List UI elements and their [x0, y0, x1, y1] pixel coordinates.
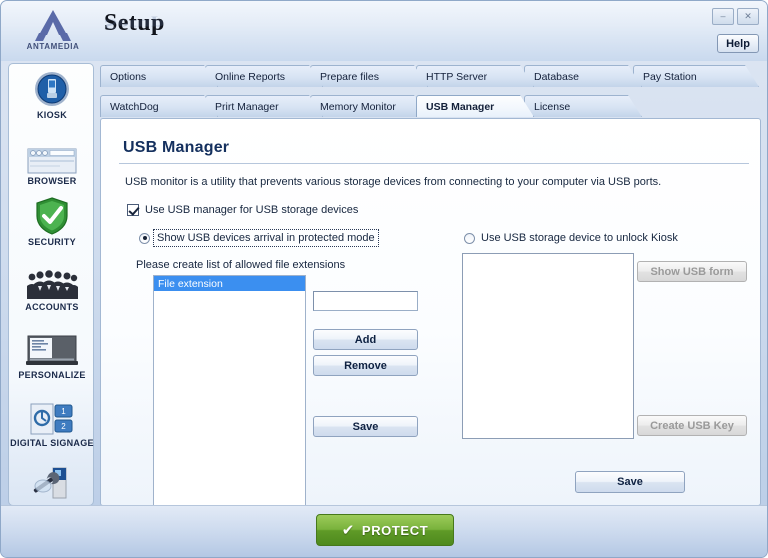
- check-icon: ✔: [341, 521, 355, 539]
- sidebar-item-personalize[interactable]: PERSONALIZE: [9, 330, 95, 380]
- sidebar-item-browser[interactable]: BROWSER: [9, 136, 95, 186]
- sidebar-label-security: SECURITY: [28, 237, 76, 247]
- tab-label: Online Reports: [215, 70, 286, 83]
- bottom-bar: ✔ PROTECT: [1, 505, 767, 557]
- radio-icon: [139, 232, 150, 244]
- tab-label: Prirt Manager: [215, 100, 279, 113]
- close-icon[interactable]: ✕: [737, 8, 759, 25]
- title-bar: ANTAMEDIA Setup Setup – ✕ Help: [1, 1, 767, 61]
- tab-label: Memory Monitor: [320, 100, 396, 113]
- minimize-icon[interactable]: –: [712, 8, 734, 25]
- tab-print-manager[interactable]: Prirt Manager: [205, 95, 323, 117]
- sidebar-item-security[interactable]: SECURITY: [9, 197, 95, 247]
- tab-label: Pay Station: [643, 70, 697, 83]
- checkbox-icon: [127, 204, 139, 216]
- tab-label: Options: [110, 70, 147, 83]
- usb-device-listbox[interactable]: [462, 253, 634, 439]
- sidebar-label-browser: BROWSER: [27, 176, 77, 186]
- page-description: USB monitor is a utility that prevents v…: [125, 176, 662, 188]
- content-panel: USB Manager USB monitor is a utility tha…: [100, 118, 761, 557]
- protect-button[interactable]: ✔ PROTECT: [316, 514, 454, 546]
- shield-check-icon: [9, 197, 95, 235]
- use-usb-manager-checkbox[interactable]: Use USB manager for USB storage devices: [127, 204, 358, 216]
- remove-button-label: Remove: [344, 359, 387, 372]
- sidebar: KIOSK BROWSER SECURITY ACCOUNTS PERSONAL…: [8, 63, 95, 514]
- tab-label: HTTP Server: [426, 70, 488, 83]
- tab-prepare-files[interactable]: Prepare files: [310, 65, 428, 87]
- tab-usb-manager[interactable]: USB Manager: [416, 95, 534, 117]
- tab-license[interactable]: License: [524, 95, 642, 117]
- use-usb-manager-label: Use USB manager for USB storage devices: [145, 204, 359, 216]
- kiosk-icon: [9, 70, 95, 108]
- page-title: USB Manager: [123, 139, 230, 156]
- sidebar-label-kiosk: KIOSK: [36, 110, 67, 120]
- window-controls: – ✕: [712, 8, 759, 25]
- radio-show-usb-devices[interactable]: Show USB devices arrival in protected mo…: [139, 229, 379, 247]
- save-extensions-button[interactable]: Save: [313, 416, 418, 437]
- signage-icon: 1 2: [9, 398, 95, 436]
- help-button[interactable]: Help: [717, 34, 759, 53]
- radio-show-usb-devices-label: Show USB devices arrival in protected mo…: [153, 229, 379, 247]
- radio-use-usb-unlock-label: Use USB storage device to unlock Kiosk: [481, 232, 678, 244]
- page-title-divider: [119, 163, 749, 164]
- tab-label: Database: [534, 70, 579, 83]
- sidebar-item-accounts[interactable]: ACCOUNTS: [9, 262, 95, 312]
- tab-memory-monitor[interactable]: Memory Monitor: [310, 95, 428, 117]
- tab-http-server[interactable]: HTTP Server: [416, 65, 534, 87]
- monitor-icon: [9, 330, 95, 368]
- save-extensions-button-label: Save: [352, 420, 379, 433]
- sidebar-label-personalize: PERSONALIZE: [18, 370, 86, 380]
- tab-label: USB Manager: [426, 100, 495, 113]
- radio-icon: [464, 232, 475, 244]
- listbox-column-header[interactable]: File extension: [154, 276, 305, 291]
- sidebar-label-digital-signage: DIGITAL SIGNAGE: [10, 438, 94, 448]
- svg-text:2: 2: [61, 422, 66, 431]
- show-usb-form-button[interactable]: Show USB form: [637, 261, 747, 282]
- sidebar-label-accounts: ACCOUNTS: [25, 302, 79, 312]
- people-icon: [9, 262, 95, 300]
- show-usb-form-button-label: Show USB form: [650, 265, 734, 278]
- tab-row-primary: Options Online Reports Prepare files HTT…: [100, 65, 761, 87]
- create-usb-key-button[interactable]: Create USB Key: [637, 415, 747, 436]
- add-button[interactable]: Add: [313, 329, 418, 350]
- extension-list-caption: Please create list of allowed file exten…: [136, 259, 346, 271]
- tab-label: Prepare files: [320, 70, 379, 83]
- save-button-label: Save: [617, 476, 643, 488]
- tab-database[interactable]: Database: [524, 65, 642, 87]
- extension-input[interactable]: [313, 291, 418, 311]
- tab-pay-station[interactable]: Pay Station: [633, 65, 759, 87]
- antamedia-logo: ANTAMEDIA: [17, 7, 89, 55]
- save-button[interactable]: Save: [575, 471, 685, 493]
- tab-options[interactable]: Options: [100, 65, 218, 87]
- radio-use-usb-unlock[interactable]: Use USB storage device to unlock Kiosk: [464, 232, 678, 244]
- tab-label: License: [534, 100, 571, 113]
- logo-wordmark: ANTAMEDIA: [26, 42, 80, 51]
- application-window: ANTAMEDIA Setup Setup – ✕ Help KIOSK BRO…: [0, 0, 768, 558]
- logo-a-mark: [35, 10, 71, 41]
- tab-row-secondary: WatchDog Prirt Manager Memory Monitor US…: [100, 95, 761, 117]
- tab-watchdog[interactable]: WatchDog: [100, 95, 218, 117]
- svg-text:1: 1: [61, 407, 66, 416]
- remove-button[interactable]: Remove: [313, 355, 418, 376]
- wrench-icon: [9, 464, 95, 502]
- create-usb-key-button-label: Create USB Key: [650, 419, 734, 432]
- sidebar-item-digital-signage[interactable]: 1 2 DIGITAL SIGNAGE: [9, 398, 95, 448]
- add-button-label: Add: [354, 333, 377, 346]
- sidebar-item-kiosk[interactable]: KIOSK: [9, 70, 95, 120]
- browser-icon: [9, 136, 95, 174]
- tab-online-reports[interactable]: Online Reports: [205, 65, 323, 87]
- tab-label: WatchDog: [110, 100, 159, 113]
- listbox-column-header-label: File extension: [158, 277, 223, 290]
- protect-button-label: PROTECT: [361, 522, 429, 538]
- window-title: Setup: [104, 10, 165, 36]
